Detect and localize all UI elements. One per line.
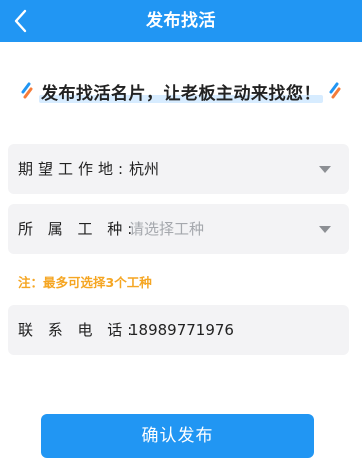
- phone-label: 联 系 电 话:: [18, 321, 138, 339]
- slogan: 发布找活名片，让老板主动来找您！: [0, 78, 362, 104]
- workplace-label: 期望工作地:: [18, 160, 129, 178]
- workplace-select[interactable]: 期望工作地: 杭州: [8, 144, 349, 194]
- slash-decoration-icon: [21, 82, 33, 99]
- confirm-publish-button[interactable]: 确认发布: [41, 414, 314, 458]
- phone-value: 18989771976: [129, 321, 234, 339]
- job-type-limit-note: 注：最多可选择3个工种: [18, 275, 152, 290]
- job-type-label: 所 属 工 种:: [18, 220, 138, 238]
- phone-field[interactable]: 联 系 电 话: 18989771976: [8, 305, 349, 355]
- job-type-select[interactable]: 所 属 工 种: 请选择工种: [8, 204, 349, 254]
- top-bar: 发布找活: [0, 0, 362, 42]
- slogan-text: 发布找活名片，让老板主动来找您！: [39, 79, 323, 104]
- job-type-placeholder: 请选择工种: [129, 220, 205, 238]
- workplace-value: 杭州: [129, 160, 160, 178]
- page-title: 发布找活: [146, 11, 216, 31]
- dropdown-arrow-icon: [319, 166, 331, 173]
- slash-decoration-icon: [329, 82, 341, 99]
- dropdown-arrow-icon: [319, 226, 331, 233]
